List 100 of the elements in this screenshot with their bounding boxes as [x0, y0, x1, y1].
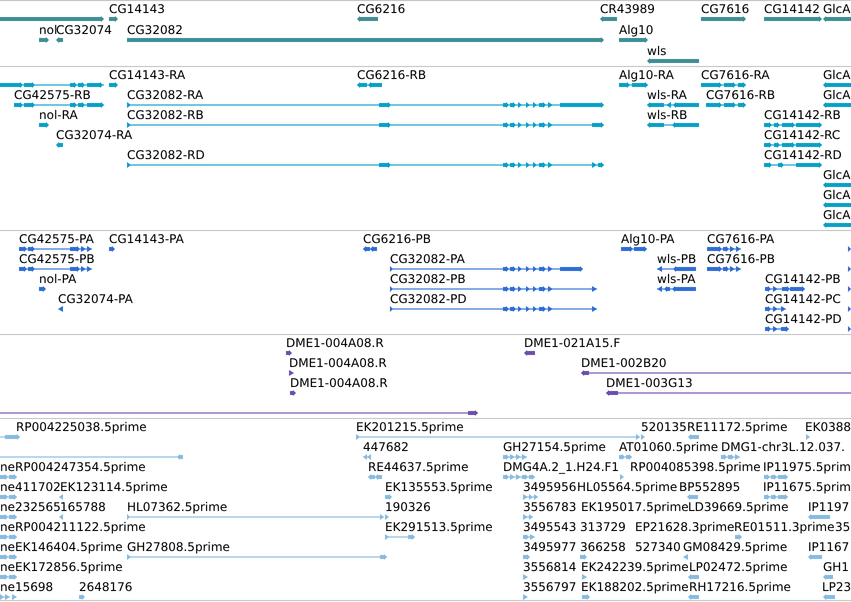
feature-label: CG14143-PA	[109, 233, 184, 246]
feature-label: 232565	[15, 501, 61, 514]
feature-label: Alg10-RA	[619, 69, 674, 82]
feature-label: CG7616-RA	[701, 69, 770, 82]
feature-label: wls-PA	[657, 273, 696, 286]
feature-label: RH17216.5prime	[689, 581, 791, 594]
feature-label: 520135	[641, 421, 687, 434]
feature-label: 15698	[15, 581, 54, 594]
feature-label: AT01060.5prime	[619, 441, 718, 454]
feature-label: ne	[0, 541, 15, 554]
feature-label: 3556797	[523, 581, 576, 594]
feature-label: 411702	[15, 481, 61, 494]
feature-label: CG14142-PB	[765, 273, 841, 286]
feature-label: ne	[0, 561, 15, 574]
feature-label: ne	[0, 581, 15, 594]
feature-label: CG32074	[56, 24, 112, 37]
feature-label: EK146404.5prime	[15, 541, 123, 554]
feature-label: LD39669.5prime	[688, 501, 789, 514]
feature-label: nol	[39, 24, 58, 37]
feature-label: DME1-003G13	[606, 377, 693, 390]
feature-label: RE11172.5prime	[687, 421, 788, 434]
feature-label: GH1	[823, 561, 849, 574]
feature-label: RP004225038.5prime	[16, 421, 147, 434]
feature-label: Alg10-PA	[621, 233, 674, 246]
feature-label: EK123114.5prime	[60, 481, 168, 494]
feature-label: CG7616	[701, 3, 750, 16]
feature-label: CG32074-RA	[56, 129, 132, 142]
feature-label: IP11975.5prim	[763, 461, 851, 474]
feature-label: CG32082-RA	[127, 89, 204, 102]
feature-label: CG7616-PB	[707, 253, 776, 266]
feature-label: ne	[0, 521, 15, 534]
feature-label: IP1197	[808, 501, 850, 514]
feature-label: RE01511.3prime	[734, 521, 834, 534]
feature-label: GM08429.5prime	[683, 541, 788, 554]
feature-label: 313729	[580, 521, 626, 534]
feature-label: RE44637.5prime	[368, 461, 468, 474]
feature-label: ne	[0, 481, 15, 494]
feature-label: 2648176	[79, 581, 132, 594]
feature-label: GlcA	[823, 89, 850, 102]
feature-label: CG14142	[764, 3, 820, 16]
feature-label: CG7616-PA	[707, 233, 774, 246]
feature-label: CG32082-PB	[390, 273, 466, 286]
feature-label: RP004247354.5prime	[15, 461, 146, 474]
feature-label: EK201215.5prime	[356, 421, 464, 434]
feature-label: DME1-004A08.R	[290, 377, 388, 390]
feature-label: EK195017.5prime	[581, 501, 689, 514]
feature-label: ne	[0, 461, 15, 474]
feature-label: LP23	[822, 581, 851, 594]
feature-label: DMG4A.2_1.H24.F1	[503, 461, 620, 474]
feature-label: GlcA	[823, 209, 850, 222]
feature-label: BP552895	[679, 481, 740, 494]
feature-label: 366258	[580, 541, 626, 554]
feature-label: CG32082-RB	[127, 109, 204, 122]
feature-label: DME1-004A08.R	[289, 357, 387, 370]
feature-label: CG32082	[127, 24, 183, 37]
feature-label: CG6216-RB	[357, 69, 426, 82]
feature-label: GlcA	[823, 169, 850, 182]
feature-label: HL07362.5prime	[127, 501, 228, 514]
feature-label: 3556814	[523, 561, 576, 574]
feature-label: GlcA	[823, 3, 850, 16]
feature-label: wls	[647, 45, 666, 58]
feature-label: EK188202.5prime	[581, 581, 689, 594]
feature-label: wls-RA	[647, 89, 687, 102]
feature-label: 3495956	[523, 481, 576, 494]
feature-label: CG6216-PB	[363, 233, 432, 246]
feature-label: EK172856.5prime	[15, 561, 123, 574]
feature-label: CG42575-RB	[14, 89, 91, 102]
feature-label: CG32082-RD	[127, 149, 205, 162]
feature-label: GlcA	[823, 69, 850, 82]
feature-label: 3495977	[523, 541, 576, 554]
feature-label: GH27154.5prime	[503, 441, 606, 454]
feature-label: 190326	[385, 501, 431, 514]
feature-label: CG14142-RB	[764, 109, 841, 122]
feature-label: 447682	[363, 441, 409, 454]
feature-label: CG42575-PB	[19, 253, 95, 266]
feature-label: GH27808.5prime	[127, 541, 230, 554]
feature-label: RP004211122.5prime	[15, 521, 146, 534]
feature-label: CG14142-RC	[764, 129, 840, 142]
feature-label: Alg10	[619, 24, 654, 37]
feature-label: CG14142-PC	[765, 293, 841, 306]
feature-label: 3495543	[523, 521, 576, 534]
feature-label: CR43989	[600, 3, 655, 16]
feature-label: IP11675.5prim	[763, 481, 851, 494]
feature-label: EP21628.3prime	[635, 521, 734, 534]
feature-label: CG32082-PD	[390, 293, 467, 306]
feature-label: 3556783	[523, 501, 576, 514]
feature-label: wls-RB	[647, 109, 688, 122]
feature-label: EK291513.5prime	[385, 521, 493, 534]
feature-label: LP02472.5prime	[689, 561, 788, 574]
feature-label: EK242239.5prime	[581, 561, 689, 574]
feature-label: wls-PB	[657, 253, 696, 266]
feature-label: 527340	[635, 541, 681, 554]
feature-label: nol-RA	[39, 109, 78, 122]
feature-label: CG6216	[357, 3, 406, 16]
feature-label: GlcA	[823, 189, 850, 202]
feature-label: DME1-004A08.R	[286, 337, 384, 350]
feature-label: EK0388	[805, 421, 851, 434]
feature-label: CG7616-RB	[706, 89, 776, 102]
feature-label: RP004085398.5prime	[630, 461, 761, 474]
feature-label: IP1167	[808, 541, 850, 554]
